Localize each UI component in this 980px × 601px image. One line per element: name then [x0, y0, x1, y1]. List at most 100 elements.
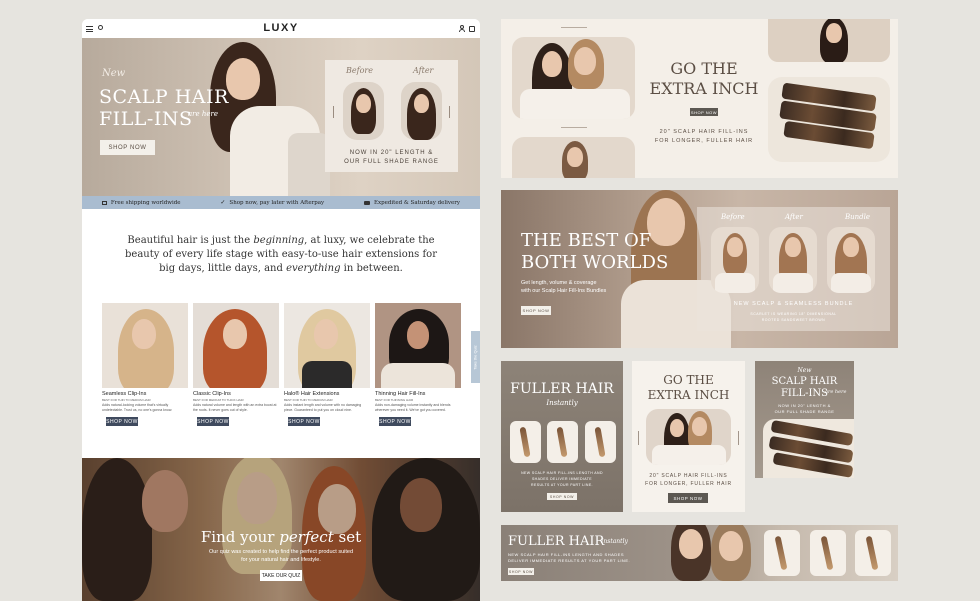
- extra-inch-square-title-line2: EXTRA INCH: [647, 388, 730, 402]
- before-photo: [343, 82, 384, 140]
- product-image: [375, 303, 461, 388]
- shop-now-button[interactable]: SHOP NOW: [379, 417, 411, 426]
- product-card[interactable]: Seamless Clip-Ins BEST FOR THIN TO MEDIU…: [102, 303, 188, 433]
- best-of-compare-card: Before After Bundle NEW SCALP & SEAMLESS…: [697, 207, 890, 331]
- fuller-square-script: Instantly: [546, 399, 578, 407]
- fuller-banner-ext-card-1: [764, 530, 800, 576]
- quiz-side-tab[interactable]: Take the Quiz: [471, 331, 480, 383]
- fuller-banner-shop-button[interactable]: SHOP NOW: [508, 568, 534, 575]
- product-card[interactable]: Classic Clip-Ins BEST FOR MEDIUM TO THIC…: [193, 303, 279, 433]
- fuller-square-fine-line3: RESULTS AT YOUR PART LINE.: [531, 483, 593, 487]
- scalp-square-script: are here: [825, 389, 847, 395]
- product-card[interactable]: Halo® Hair Extensions BEST FOR THIN TO M…: [284, 303, 370, 433]
- best-of-title-line1: THE BEST OF: [521, 230, 652, 251]
- fuller-banner-fine-line2: DELIVER IMMEDIATE RESULTS AT YOUR PART L…: [508, 558, 631, 563]
- product-card[interactable]: Thinning Hair Fill-Ins BEST FOR THINNING…: [375, 303, 461, 433]
- extra-inch-square-shop-button[interactable]: SHOP NOW: [668, 493, 708, 503]
- extra-inch-caption-line1: 20" SCALP HAIR FILL-INS: [659, 129, 749, 135]
- scalp-square-extension-photo: [763, 419, 854, 478]
- account-icon[interactable]: [459, 25, 465, 32]
- extra-inch-title-line1: GO THE: [670, 59, 738, 78]
- product-grid: Seamless Clip-Ins BEST FOR THIN TO MEDIU…: [102, 303, 462, 433]
- product-sub: BEST FOR MEDIUM TO THICK HAIR: [193, 398, 244, 402]
- product-sub: BEST FOR THIN TO MEDIUM HAIR: [102, 398, 151, 402]
- extra-inch-square-caption-line1: 20" SCALP HAIR FILL-INS: [649, 473, 728, 479]
- product-image: [193, 303, 279, 388]
- after-label: After: [413, 66, 434, 75]
- scalp-square-caption-line2: OUR FULL SHADE RANGE: [774, 409, 835, 414]
- product-name: Seamless Clip-Ins: [102, 391, 147, 397]
- product-name: Thinning Hair Fill-Ins: [375, 391, 426, 397]
- ad-extra-inch: GO THE EXTRA INCH SHOP NOW 20" SCALP HAI…: [501, 19, 898, 178]
- hero-title-line1: SCALP HAIR: [99, 86, 229, 108]
- benefit-item: Free shipping worldwide: [101, 200, 181, 206]
- best-of-fine-line1: SCARLET IS WEARING 18" DIMENSIONAL: [750, 312, 837, 316]
- hero-caption-line2: OUR FULL SHADE RANGE: [344, 159, 439, 165]
- fuller-square-shop-button[interactable]: SHOP NOW: [547, 493, 577, 500]
- extra-inch-shop-button[interactable]: SHOP NOW: [690, 108, 718, 116]
- scalp-square-title-line1: SCALP HAIR: [771, 376, 838, 387]
- hero-shop-now-button[interactable]: SHOP NOW: [100, 140, 155, 155]
- fuller-banner-ext-card-2: [810, 530, 846, 576]
- hero-caption-line1: NOW IN 20" LENGTH &: [349, 150, 434, 156]
- fuller-ext-card-2: [547, 421, 578, 463]
- after-photo: [401, 82, 442, 140]
- logo[interactable]: LUXY: [82, 22, 480, 34]
- ad-fuller-square: FULLER HAIR Instantly NEW SCALP HAIR FIL…: [501, 361, 623, 512]
- product-image: [284, 303, 370, 388]
- product-image: [102, 303, 188, 388]
- product-name: Halo® Hair Extensions: [284, 391, 340, 397]
- product-sub: BEST FOR THINNING HAIR: [375, 398, 414, 402]
- product-desc: Adds natural volume and length with an e…: [193, 403, 277, 412]
- compare-photo: [827, 227, 875, 293]
- extra-inch-square-photo: [646, 409, 731, 465]
- best-of-fine-line2: ROOTED SANDSWEET BROWN: [761, 318, 826, 322]
- hero-side-script: are here: [188, 110, 219, 118]
- quiz-desc-line1: Our quiz was created to help find the pe…: [209, 549, 353, 555]
- product-desc: Adds instant length and volume with no d…: [284, 403, 362, 412]
- extra-inch-square-caption-line2: FOR LONGER, FULLER HAIR: [645, 481, 732, 487]
- best-of-caption: NEW SCALP & SEAMLESS BUNDLE: [733, 301, 854, 307]
- scalp-square-caption-line1: NOW IN 20" LENGTH &: [778, 403, 831, 408]
- fuller-banner-fine-line1: NEW SCALP HAIR FILL-INS LENGTH AND SHADE…: [508, 552, 625, 557]
- ad-fuller-banner: FULLER HAIR Instantly NEW SCALP HAIR FIL…: [501, 525, 898, 581]
- product-name: Classic Clip-Ins: [193, 391, 231, 397]
- scalp-square-kicker: New: [797, 367, 812, 374]
- fuller-banner-script: Instantly: [601, 538, 628, 545]
- shop-now-button[interactable]: SHOP NOW: [106, 417, 138, 426]
- compare-label: After: [785, 213, 803, 221]
- cart-icon[interactable]: [469, 26, 475, 32]
- best-of-shop-button[interactable]: SHOP NOW: [521, 306, 551, 315]
- extra-inch-title-line2: EXTRA INCH: [649, 79, 759, 98]
- fuller-banner-ext-card-3: [855, 530, 891, 576]
- compare-photo: [711, 227, 759, 293]
- product-desc: Adds non-damaging volume instantly and b…: [375, 403, 451, 412]
- gift-icon: [101, 200, 107, 205]
- before-after-card: Before After NOW IN 20" LENGTH & OUR FUL…: [325, 60, 458, 172]
- quiz-banner: Find your perfect set Our quiz was creat…: [82, 458, 480, 601]
- fuller-square-fine-line2: SHADES DELIVER IMMEDIATE: [531, 477, 593, 481]
- ad-photo-portrait: [768, 19, 890, 62]
- take-quiz-button[interactable]: TAKE OUR QUIZ: [260, 570, 302, 581]
- ad-scalp-square: New SCALP HAIR FILL-INS are here NOW IN …: [755, 361, 854, 478]
- hero-kicker: New: [102, 68, 126, 79]
- ad-photo-single: [512, 137, 635, 178]
- extra-inch-square-title-line1: GO THE: [663, 373, 714, 387]
- fuller-square-fine-line1: NEW SCALP HAIR FILL-INS LENGTH AND: [521, 471, 603, 475]
- shop-now-button[interactable]: SHOP NOW: [197, 417, 229, 426]
- product-desc: Adds natural-looking volume that's virtu…: [102, 403, 173, 412]
- quiz-title: Find your perfect set: [200, 528, 362, 546]
- product-sub: BEST FOR THIN TO MEDIUM HAIR: [284, 398, 333, 402]
- best-of-title-line2: BOTH WORLDS: [521, 252, 669, 273]
- shop-now-button[interactable]: SHOP NOW: [288, 417, 320, 426]
- compare-label: Bundle: [845, 213, 871, 221]
- hero-title-line2: FILL-INS: [99, 108, 193, 130]
- intro-text: Beautiful hair is just the beginning, at…: [125, 235, 437, 274]
- compare-photo: [769, 227, 817, 293]
- check-icon: ✓: [220, 200, 226, 206]
- fuller-banner-title: FULLER HAIR: [508, 534, 605, 549]
- fuller-square-title: FULLER HAIR: [510, 381, 614, 397]
- ad-extra-inch-square: GO THE EXTRA INCH 20" SCALP HAIR FILL-IN…: [632, 361, 745, 512]
- site-header: LUXY: [82, 19, 480, 38]
- quiz-desc-line2: for your natural hair and lifestyle.: [241, 557, 321, 563]
